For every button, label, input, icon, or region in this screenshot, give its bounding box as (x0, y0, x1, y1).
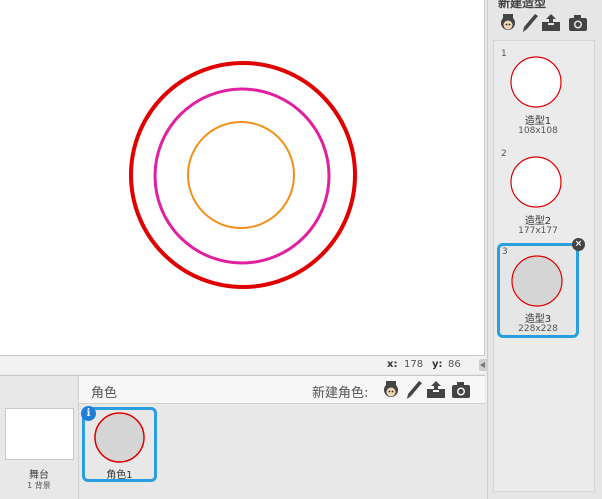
upload-icon[interactable] (540, 12, 562, 34)
costume-number: 3 (502, 247, 508, 257)
sprite-panel-header: 角色 新建角色: (78, 376, 485, 404)
inner-orange-circle[interactable] (187, 121, 295, 229)
new-costume-title: 新建造型 (498, 0, 547, 10)
x-label: x: (387, 359, 398, 370)
costume-thumbnail (510, 156, 562, 208)
choose-from-library-icon[interactable] (380, 379, 402, 401)
costume-size: 228x228 (518, 324, 558, 334)
mouse-coordinates: x: 178 y: 86 (0, 356, 485, 374)
middle-magenta-circle[interactable] (153, 87, 331, 265)
costume-tile-3[interactable]: 3 × 造型3 228x228 (497, 238, 585, 338)
costume-number: 1 (501, 49, 507, 59)
y-label: y: (432, 359, 443, 370)
stage-label: 舞台 (29, 470, 49, 481)
costume-thumbnail (511, 255, 563, 307)
outer-red-circle[interactable] (129, 61, 357, 289)
sprite-panel: 舞台 1 背景 角色 新建角色: i 角色1 (0, 375, 485, 499)
costume-name: 造型1 (524, 116, 552, 127)
sprite-name: 角色1 (106, 470, 133, 481)
x-value: 178 (404, 359, 424, 370)
costume-list: 1 造型1 108x108 2 造型2 177x177 3 × 造型3 228x… (493, 40, 595, 492)
sprite-thumbnail (94, 412, 145, 463)
stage-selector[interactable]: 舞台 1 背景 (0, 376, 78, 499)
costume-tile-1[interactable]: 1 造型1 108x108 (497, 45, 579, 140)
costume-panel: 新建造型 1 造型1 108x108 2 造型2 177x177 3 × 造型3… (487, 0, 602, 499)
new-sprite-label: 新建角色: (312, 386, 369, 401)
collapse-arrow-icon[interactable] (479, 359, 487, 371)
stage-backdrop-count: 1 背景 (27, 481, 51, 490)
costume-name: 造型3 (524, 314, 552, 325)
paint-brush-icon[interactable] (403, 379, 425, 401)
stage-thumbnail[interactable] (5, 408, 74, 460)
upload-icon[interactable] (425, 379, 447, 401)
costume-size: 177x177 (518, 226, 558, 236)
costume-thumbnail (510, 56, 562, 108)
costume-name: 造型2 (524, 216, 552, 227)
choose-from-library-icon[interactable] (497, 12, 519, 34)
camera-icon[interactable] (567, 12, 589, 34)
costume-number: 2 (501, 149, 507, 159)
sprite-tile-sprite1[interactable]: i 角色1 (81, 406, 157, 482)
camera-icon[interactable] (450, 379, 472, 401)
sprites-title: 角色 (91, 386, 118, 401)
costume-tile-2[interactable]: 2 造型2 177x177 (497, 145, 579, 240)
sprite-list: i 角色1 (78, 404, 485, 499)
delete-costume-icon[interactable]: × (572, 238, 585, 251)
stage[interactable] (0, 0, 485, 356)
costume-size: 108x108 (518, 126, 558, 136)
stage-canvas (129, 61, 357, 289)
paint-brush-icon[interactable] (519, 12, 541, 34)
y-value: 86 (448, 359, 461, 370)
